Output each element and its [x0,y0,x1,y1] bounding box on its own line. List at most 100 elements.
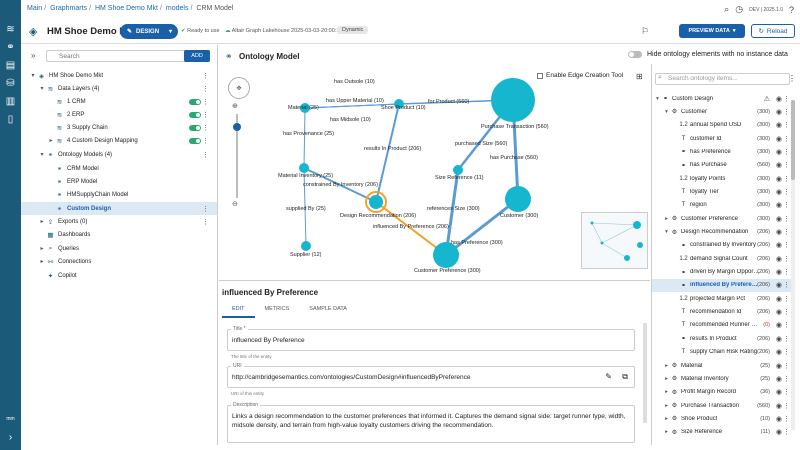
chevron-right-icon[interactable]: ▸ [663,216,670,222]
kebab-menu-icon[interactable]: ⋮ [783,175,790,183]
visibility-eye-icon[interactable]: ◉ [776,241,782,249]
visibility-eye-icon[interactable]: ◉ [776,175,782,183]
ontology-item[interactable]: Tcustomer Id (300) ◉ ⋮ [652,132,792,145]
help-icon[interactable]: ? [789,5,794,15]
search-icon[interactable]: ⌕ [724,4,729,15]
visibility-eye-icon[interactable]: ◉ [776,135,782,143]
tree-item[interactable]: ⚭ ERP Model [21,175,217,188]
visibility-eye-icon[interactable]: ◉ [776,201,782,209]
ontology-item[interactable]: 1.2 demand Signal Count (206) ◉ ⋮ [652,252,792,265]
tree-item[interactable]: ▾ ◈ HM Shoe Demo Mkt ⋮ [21,69,217,82]
visibility-eye-icon[interactable]: ◉ [776,95,782,103]
ontology-item[interactable]: ▸ ⚙ Shoe Product (10) ◉ ⋮ [652,412,792,425]
kebab-menu-icon[interactable]: ⋮ [783,268,790,276]
visibility-eye-icon[interactable]: ◉ [776,121,782,129]
chevron-down-icon[interactable]: ▾ [663,229,670,235]
collapse-panel-icon[interactable]: » [31,51,35,60]
kebab-menu-icon[interactable]: ⋮ [202,137,209,145]
kebab-menu-icon[interactable]: ⋮ [202,111,209,119]
graph-icon[interactable]: ⚭ [4,42,17,53]
tree-item[interactable]: ≋ 1 CRM ⋮ [21,95,217,108]
history-icon[interactable]: ◷ [735,4,743,15]
database-icon[interactable]: ⛁ [4,78,17,89]
ontology-item[interactable]: ▸ ⚙ Material (25) ◉ ⋮ [652,359,792,372]
visibility-eye-icon[interactable]: ◉ [776,362,782,370]
breadcrumb-models[interactable]: models [166,5,189,12]
kebab-menu-icon[interactable]: ⋮ [202,151,209,159]
ontology-item[interactable]: Tloyalty Tier (300) ◉ ⋮ [652,185,792,198]
tab-sample-data[interactable]: SAMPLE DATA [299,301,357,318]
kebab-menu-icon[interactable]: ⋮ [202,72,209,80]
kebab-menu-icon[interactable]: ⋮ [783,295,790,303]
edit-icon[interactable]: ✎ [605,372,612,381]
kebab-menu-icon[interactable]: ⋮ [783,135,790,143]
visibility-eye-icon[interactable]: ◉ [776,108,782,116]
book-icon[interactable]: ▤ [4,60,17,71]
visibility-eye-icon[interactable]: ◉ [776,228,782,236]
tree-item[interactable]: ≋ 2 ERP ⋮ [21,108,217,121]
ontology-item[interactable]: Tsupply Chain Risk Rating (206) ◉ ⋮ [652,346,792,359]
chevron-right-icon[interactable]: ▸ [663,376,670,382]
breadcrumb-graphmarts[interactable]: Graphmarts [50,5,87,12]
zoom-out-icon[interactable]: ⊖ [232,200,238,208]
chevron-down-icon[interactable]: ▾ [654,96,661,102]
hide-ontology-switch[interactable] [628,51,642,58]
kebab-menu-icon[interactable]: ⋮ [783,108,790,116]
breadcrumb-graphmart[interactable]: HM Shoe Demo Mkt [95,5,158,12]
visibility-eye-icon[interactable]: ◉ [776,188,782,196]
kebab-menu-icon[interactable]: ⋮ [783,255,790,263]
chevron-down-icon[interactable]: ▾ [663,109,670,115]
tree-item[interactable]: ≋ 3 Supply Chain ⋮ [21,121,217,134]
ontology-item[interactable]: 1.2 projected Margin Pct (206) ◉ ⋮ [652,292,792,305]
ontology-item[interactable]: ▸ ⚙ Purchase Transaction (560) ◉ ⋮ [652,399,792,412]
kebab-menu-icon[interactable]: ⋮ [783,335,790,343]
chevron-right-icon[interactable]: ▸ [38,218,46,225]
kebab-menu-icon[interactable]: ⋮ [783,241,790,249]
chevron-down-icon[interactable]: ▾ [38,151,46,158]
ontology-item[interactable]: ▸ ⚙ Size Reference (11) ◉ ⋮ [652,426,792,439]
visibility-eye-icon[interactable]: ◉ [776,148,782,156]
ontology-item[interactable]: Trecommended Runner Type (0) ◉ ⋮ [652,319,792,332]
kebab-menu-icon[interactable]: ⋮ [783,308,790,316]
add-button[interactable]: ADD [184,50,210,62]
kebab-menu-icon[interactable]: ⋮ [783,188,790,196]
visibility-eye-icon[interactable]: ◉ [776,268,782,276]
kebab-menu-icon[interactable]: ⋮ [783,215,790,223]
kebab-menu-icon[interactable]: ⋮ [783,228,790,236]
ontology-item[interactable]: ⚭ influenced By Preference (206) ◉ ⋮ [652,278,792,292]
kebab-menu-icon[interactable]: ⋮ [783,321,790,329]
visibility-eye-icon[interactable]: ◉ [776,295,782,303]
kebab-menu-icon[interactable]: ⋮ [783,362,790,370]
ontology-item[interactable]: ▾ ⚙ Design Recommendation (206) ◉ ⋮ [652,226,792,239]
tree-item[interactable]: ▦ Dashboards [21,228,217,241]
design-mode-button[interactable]: ✎ DESIGN ▾ [120,24,178,39]
breadcrumb-main[interactable]: Main [27,5,42,12]
zoom-slider-handle[interactable] [233,123,241,131]
user-initials-icon[interactable]: mm [4,414,17,425]
visibility-eye-icon[interactable]: ◉ [776,402,782,410]
right-scrollbar[interactable] [791,100,795,430]
reload-button[interactable]: ↻ Reload [751,24,795,38]
visibility-eye-icon[interactable]: ◉ [776,255,782,263]
kebab-menu-icon[interactable]: ⋮ [202,98,209,106]
pan-control[interactable]: ✥ [228,77,250,99]
copy-icon[interactable]: ⧉ [622,372,628,382]
ontology-item[interactable]: ▸ ⚙ Customer Preference (300) ◉ ⋮ [652,212,792,225]
kebab-menu-icon[interactable]: ⋮ [783,388,790,396]
layer-toggle[interactable] [189,98,201,105]
visibility-eye-icon[interactable]: ◉ [776,215,782,223]
tree-item[interactable]: ✦ Copilot [21,269,217,282]
uri-field[interactable]: URI http://cambridgesemantics.com/ontolo… [227,363,635,388]
chevron-right-icon[interactable]: ▸ [663,416,670,422]
tab-edit[interactable]: EDIT [222,301,255,318]
preview-data-button[interactable]: PREVIEW DATA ▾ [679,24,745,38]
layer-toggle[interactable] [189,124,201,131]
kebab-menu-icon[interactable]: ⋮ [202,124,209,132]
visibility-eye-icon[interactable]: ◉ [776,281,782,289]
visibility-eye-icon[interactable]: ◉ [776,161,782,169]
chevron-down-icon[interactable]: ▾ [29,72,37,79]
tree-search-input[interactable] [46,50,203,62]
kebab-menu-icon[interactable]: ⋮ [783,95,790,103]
ontology-item[interactable]: ▸ ⚙ Profit Margin Record (36) ◉ ⋮ [652,386,792,399]
layer-toggle[interactable] [189,111,201,118]
